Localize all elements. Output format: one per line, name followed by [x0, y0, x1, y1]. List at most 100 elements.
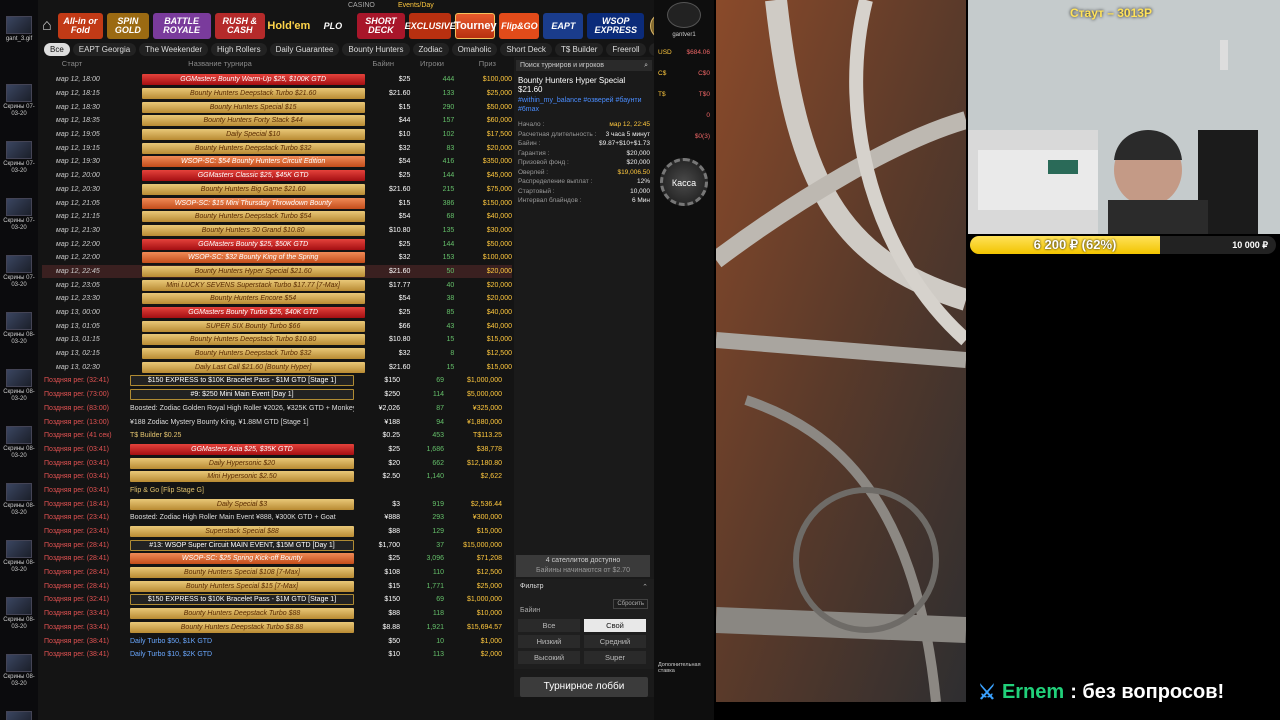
tournament-name[interactable]: Bounty Hunters Encore $54 [141, 293, 365, 305]
filter-button[interactable]: Средний [584, 635, 646, 648]
table-row[interactable]: мар 13, 02:30 Daily Last Call $21.60 [Bou… [42, 360, 512, 374]
events-label[interactable]: Events/Day [398, 2, 434, 9]
filter-label[interactable]: Фильтр [520, 583, 544, 590]
table-row[interactable]: мар 13, 00:00 GGMasters Bounty Turbo $25,… [42, 306, 512, 320]
table-row[interactable]: мар 13, 01:05 SUPER SIX Bounty Turbo $66 $… [42, 319, 512, 333]
tournament-name[interactable]: Mini Hypersonic $2.50 [130, 471, 354, 483]
table-row[interactable]: Поздняя рег. (32:41) $150 EXPRESS to $10K… [42, 593, 512, 607]
satellites-box[interactable]: 4 сателлитов доступно Байины начинаются … [516, 555, 650, 577]
cashier-button[interactable]: Касса [660, 158, 708, 206]
filter-button[interactable]: Низкий [518, 635, 580, 648]
table-row[interactable]: мар 12, 22:45 Bounty Hunters Hyper Specia… [42, 264, 512, 279]
table-row[interactable]: Поздняя рег. (38:41) Daily Turbo $50, $1K… [42, 634, 512, 648]
tournament-name[interactable]: WSOP-SC: $15 Mini Thursday Throwdown Bou… [141, 197, 365, 209]
tournament-name[interactable]: Bounty Hunters Big Game $21.60 [141, 183, 365, 195]
game-tile-plo[interactable]: PLO [313, 13, 353, 39]
tournament-lobby-button[interactable]: Турнирное лобби [520, 677, 648, 697]
tournament-name[interactable]: GGMasters Bounty $25, $50K GTD [141, 238, 365, 250]
game-tile-short-deck[interactable]: SHORT DECK [356, 13, 405, 39]
search-input[interactable]: Поиск турниров и игроков ⌕ [516, 60, 652, 71]
desktop-icon-gif[interactable]: gant_3.gif [2, 16, 36, 43]
tournament-name[interactable]: #13: WSOP Super Circuit MAIN EVENT, $15M… [130, 539, 354, 551]
table-row[interactable]: мар 12, 23:30 Bounty Hunters Encore $54 $5… [42, 292, 512, 306]
table-row[interactable]: Поздняя рег. (03:41) Daily Hypersonic $20… [42, 456, 512, 470]
tab-3[interactable]: High Rollers [211, 43, 267, 56]
tournament-name[interactable]: Bounty Hunters Deepstack Turbo $32 [141, 142, 365, 154]
tournament-name[interactable]: ¥188 Zodiac Mystery Bounty King, ¥1.88M … [130, 417, 354, 428]
game-tile-all-in-or-fold[interactable]: All-in or Fold [57, 13, 104, 39]
tournament-name[interactable]: Bounty Hunters Forty Stack $44 [141, 115, 365, 127]
desktop-icon-screens[interactable]: Скрины 07-03-20 [2, 84, 36, 118]
detail-tags[interactable]: #within_my_balance #озверей #баунти #6ma… [514, 96, 654, 114]
desktop-icon-screens[interactable]: Скрины 08-03-20 [2, 711, 36, 720]
table-row[interactable]: Поздняя рег. (73:00) #9: $250 Mini Main E… [42, 388, 512, 402]
game-tile-exclusive[interactable]: EXCLUSIVE [405, 13, 456, 39]
game-tile-rush-cash[interactable]: RUSH & CASH [214, 13, 265, 39]
table-row[interactable]: мар 12, 19:05 Daily Special $10 $10 102 $17,… [42, 128, 512, 142]
tournament-name[interactable]: Daily Hypersonic $20 [130, 457, 354, 469]
tab-4[interactable]: Daily Guarantee [269, 43, 340, 56]
table-row[interactable]: мар 12, 21:15 Bounty Hunters Deepstack Tu… [42, 210, 512, 224]
desktop-icon-screens[interactable]: Скрины 08-03-20 [2, 597, 36, 631]
tournament-name[interactable]: Bounty Hunters Deepstack Turbo $21.60 [141, 88, 365, 100]
desktop-icon-screens[interactable]: Скрины 08-03-20 [2, 312, 36, 346]
table-row[interactable]: Поздняя рег. (28:41) Bounty Hunters Speci… [42, 566, 512, 580]
table-row[interactable]: Поздняя рег. (28:41) WSOP-SC: $25 Spring … [42, 552, 512, 566]
tab-9[interactable]: T$ Builder [554, 43, 604, 56]
filter-reset-button[interactable]: Сбросить [613, 599, 648, 609]
extras-label[interactable]: Дополнительная ставка [658, 662, 710, 674]
table-row[interactable]: Поздняя рег. (03:41) Mini Hypersonic $2.5… [42, 470, 512, 484]
tournament-name[interactable]: Bounty Hunters Deepstack Turbo $54 [141, 211, 365, 223]
tournament-name[interactable]: Daily Last Call $21.60 [Bounty Hyper] [141, 361, 365, 373]
desktop-icon-screens[interactable]: Скрины 08-03-20 [2, 483, 36, 517]
table-row[interactable]: мар 12, 23:05 Mini LUCKY SEVENS Superstac… [42, 278, 512, 292]
game-tile-tourney[interactable]: Tourney [454, 13, 497, 39]
col-buyin[interactable]: Байин [338, 59, 394, 71]
tournament-name[interactable]: Mini LUCKY SEVENS Superstack Turbo $17.7… [141, 279, 365, 291]
table-row[interactable]: мар 12, 22:00 WSOP-SC: $32 Bounty King of… [42, 251, 512, 265]
tab-8[interactable]: Short Deck [500, 43, 552, 56]
filter-button[interactable]: Все [518, 619, 580, 632]
tournament-name[interactable]: GGMasters Classic $25, $45K GTD [141, 170, 365, 182]
tournament-name[interactable]: GGMasters Bounty Turbo $25, $40K GTD [141, 307, 365, 319]
table-row[interactable]: мар 12, 18:15 Bounty Hunters Deepstack Tu… [42, 87, 512, 101]
tournament-name[interactable]: WSOP-SC: $32 Bounty King of the Spring [141, 252, 365, 264]
tournament-name[interactable]: Bounty Hunters Deepstack Turbo $88 [130, 608, 354, 620]
table-row[interactable]: мар 12, 18:35 Bounty Hunters Forty Stack … [42, 114, 512, 128]
table-row[interactable]: Поздняя рег. (23:41) Superstack Special $… [42, 525, 512, 539]
wallet-line[interactable]: T$ T$0 [654, 84, 714, 105]
tournament-name[interactable]: Bounty Hunters Special $108 [7-Max] [130, 567, 354, 579]
table-row[interactable]: мар 13, 02:15 Bounty Hunters Deepstack Tu… [42, 347, 512, 361]
home-icon[interactable]: ⌂ [42, 16, 52, 36]
tournament-name[interactable]: Bounty Hunters Deepstack Turbo $10.80 [141, 334, 365, 346]
tournament-name[interactable]: Bounty Hunters Special $15 [141, 101, 365, 113]
desktop-icon-screens[interactable]: Скрины 07-03-20 [2, 255, 36, 289]
table-row[interactable]: Поздняя рег. (83:00) Boosted: Zodiac Gold… [42, 402, 512, 416]
wallet-line[interactable]: 0 [654, 105, 714, 126]
game-tile-wsop-express[interactable]: WSOP EXPRESS [587, 13, 645, 39]
game-tile-hold-em[interactable]: Hold'em [267, 13, 310, 39]
filter-button[interactable]: Высокий [518, 651, 580, 664]
table-row[interactable]: мар 12, 19:30 WSOP-SC: $54 Bounty Hunters… [42, 155, 512, 169]
filter-button[interactable]: Super [584, 651, 646, 664]
tab-10[interactable]: Freeroll [606, 43, 646, 56]
table-row[interactable]: Поздняя рег. (38:41) Daily Turbo $10, $2K… [42, 648, 512, 662]
table-row[interactable]: Поздняя рег. (32:41) $150 EXPRESS to $10K… [42, 374, 512, 388]
desktop-icon-screens[interactable]: Скрины 07-03-20 [2, 198, 36, 232]
tournament-name[interactable]: GGMasters Bounty Warm-Up $25, $100K GTD [141, 74, 365, 86]
table-row[interactable]: Поздняя рег. (23:41) Boosted: Zodiac High… [42, 511, 512, 525]
wallet-line[interactable]: $0(3) [654, 126, 714, 147]
tournament-name[interactable]: Bounty Hunters Deepstack Turbo $32 [141, 348, 365, 360]
table-row[interactable]: мар 12, 22:00 GGMasters Bounty $25, $50K … [42, 237, 512, 251]
desktop-icon-screens[interactable]: Скрины 08-03-20 [2, 540, 36, 574]
casino-label[interactable]: CASINO [348, 2, 375, 9]
desktop-icon-screens[interactable]: Скрины 07-03-20 [2, 141, 36, 175]
table-row[interactable]: Поздняя рег. (33:41) Bounty Hunters Deeps… [42, 607, 512, 621]
table-row[interactable]: мар 12, 21:05 WSOP-SC: $15 Mini Thursday … [42, 196, 512, 210]
tournament-name[interactable]: WSOP-SC: $25 Spring Kick-off Bounty [130, 553, 354, 565]
tab-6[interactable]: Zodiac [412, 43, 449, 56]
tournament-name[interactable]: GGMasters Asia $25, $35K GTD [130, 443, 354, 455]
desktop-icon-screens[interactable]: Скрины 08-03-20 [2, 654, 36, 688]
tournament-name[interactable]: $150 EXPRESS to $10K Bracelet Pass - $1M… [130, 375, 354, 387]
tournament-name[interactable]: Boosted: Zodiac Golden Royal High Roller… [130, 403, 354, 414]
